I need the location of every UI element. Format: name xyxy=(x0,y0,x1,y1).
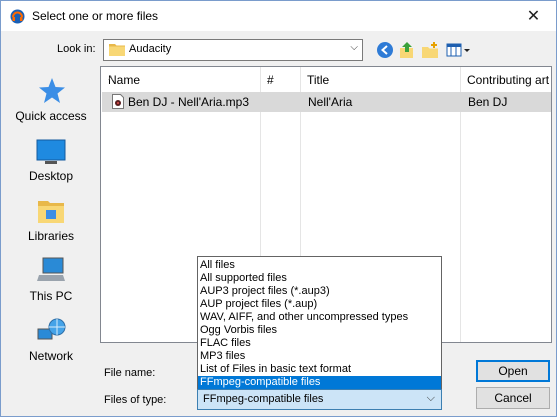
sort-ascending-icon: ˄ xyxy=(108,73,114,83)
computer-icon xyxy=(37,257,65,281)
table-row[interactable]: Ben DJ - Nell'Aria.mp3 Nell'Aria Ben DJ xyxy=(102,92,551,112)
column-header-name[interactable]: Name ˄ xyxy=(101,67,260,91)
place-label: Libraries xyxy=(27,229,75,243)
network-icon xyxy=(37,318,66,340)
files-of-type-options: All files All supported files AUP3 project… xyxy=(197,256,442,389)
files-of-type-label: Files of type: xyxy=(104,394,167,406)
files-of-type-value: FFmpeg-compatible files xyxy=(203,393,324,405)
look-in-value: Audacity xyxy=(129,43,172,55)
dropdown-option[interactable]: List of Files in basic text format xyxy=(198,363,441,376)
dropdown-option[interactable]: All files xyxy=(198,259,441,272)
title-bar: Select one or more files ✕ xyxy=(1,1,556,31)
column-header-title[interactable]: Title xyxy=(300,67,460,91)
dropdown-option[interactable]: FFmpeg-compatible files xyxy=(198,376,441,389)
audacity-icon xyxy=(10,9,25,24)
open-button[interactable]: Open xyxy=(476,360,550,382)
up-folder-icon[interactable] xyxy=(398,41,416,59)
close-icon: ✕ xyxy=(526,7,541,25)
star-icon xyxy=(39,78,65,103)
back-icon[interactable] xyxy=(376,41,394,59)
file-artist: Ben DJ xyxy=(468,95,508,109)
files-of-type-dropdown[interactable]: FFmpeg-compatible files ⌵ xyxy=(197,389,442,410)
file-name-label: File name: xyxy=(104,367,156,379)
new-folder-icon[interactable] xyxy=(421,41,439,59)
place-label: Desktop xyxy=(28,169,74,183)
column-header-artist[interactable]: Contributing art xyxy=(460,67,551,91)
dropdown-option[interactable]: AUP project files (*.aup) xyxy=(198,298,441,311)
places-bar: Quick access Desktop Libraries This PC N… xyxy=(6,67,96,367)
look-in-dropdown[interactable]: Audacity ⌵ xyxy=(103,39,363,61)
libraries-icon xyxy=(38,201,64,223)
dropdown-option[interactable]: Ogg Vorbis files xyxy=(198,324,441,337)
folder-icon xyxy=(109,44,125,56)
place-label: Quick access xyxy=(15,109,87,123)
audio-file-icon xyxy=(112,94,124,109)
dropdown-option[interactable]: WAV, AIFF, and other uncompressed types xyxy=(198,311,441,324)
place-label: Network xyxy=(28,349,73,363)
dropdown-option[interactable]: MP3 files xyxy=(198,350,441,363)
view-menu-icon[interactable] xyxy=(446,41,472,59)
file-dialog: Select one or more files ✕ Look in: Auda… xyxy=(0,0,557,417)
look-in-label: Look in: xyxy=(57,43,96,55)
file-name: Ben DJ - Nell'Aria.mp3 xyxy=(128,95,249,109)
window-title: Select one or more files xyxy=(32,9,159,23)
dropdown-option[interactable]: All supported files xyxy=(198,272,441,285)
cancel-button[interactable]: Cancel xyxy=(476,387,550,409)
chevron-down-icon: ⌵ xyxy=(350,42,358,53)
column-header-number[interactable]: # xyxy=(260,67,300,91)
chevron-down-icon: ⌵ xyxy=(426,392,435,404)
dropdown-option[interactable]: AUP3 project files (*.aup3) xyxy=(198,285,441,298)
close-button[interactable]: ✕ xyxy=(511,1,556,30)
place-label: This PC xyxy=(29,289,73,303)
file-title: Nell'Aria xyxy=(308,95,353,109)
desktop-icon xyxy=(36,139,66,164)
dropdown-option[interactable]: FLAC files xyxy=(198,337,441,350)
